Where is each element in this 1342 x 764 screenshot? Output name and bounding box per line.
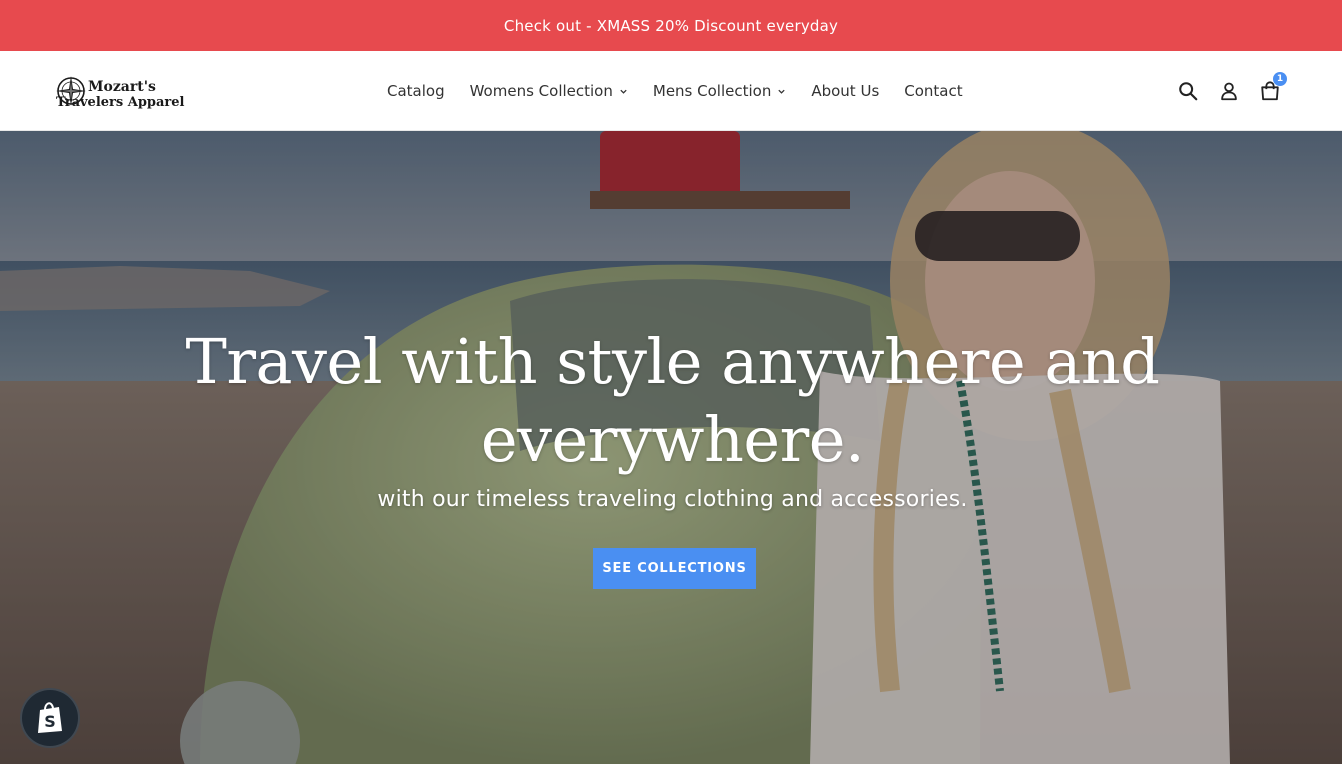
search-icon [1179,82,1198,101]
nav-item-catalog[interactable]: Catalog [387,82,445,100]
nav-item-label: Mens Collection [652,82,772,100]
shopify-icon: S [38,702,62,733]
nav-item-label: Womens Collection [469,82,613,100]
search-button[interactable] [1174,77,1202,105]
chevron-down-icon [778,89,785,94]
header-tools: 1 [1161,72,1287,105]
svg-text:S: S [44,712,56,731]
nav-item-womens-collection[interactable]: Womens Collection [470,82,628,100]
account-icon [1221,82,1237,101]
logo-text: Mozart's Travelers Apparel [55,79,184,111]
logo-line-2: Travelers Apparel [56,95,185,110]
cart-count-badge: 1 [1273,72,1287,86]
announcement-bar: Check out - XMASS 20% Discount everyday [0,0,1342,51]
cart-button[interactable]: 1 [1256,72,1287,105]
nav-item-about-us[interactable]: About Us [811,82,879,100]
hero-subtitle: with our timeless traveling clothing and… [377,487,968,512]
account-button[interactable] [1215,77,1243,105]
site-header: Mozart's Travelers Apparel Catalog Women… [0,51,1342,131]
chevron-down-icon [620,89,627,94]
site-logo[interactable]: Mozart's Travelers Apparel [55,67,215,115]
logo-line-1: Mozart's [88,79,156,95]
shopify-badge-button[interactable]: S [20,688,80,748]
nav-item-label: Catalog [387,82,445,100]
nav-item-label: About Us [811,82,880,100]
announcement-text: Check out - XMASS 20% Discount everyday [503,16,839,35]
nav-item-contact[interactable]: Contact [904,82,962,100]
nav-item-mens-collection[interactable]: Mens Collection [653,82,786,100]
hero-title: Travel with style anywhere and everywher… [185,325,1160,476]
main-nav: Catalog Womens Collection Mens Collectio… [387,51,988,131]
hero-banner: Travel with style anywhere and everywher… [0,131,1342,764]
see-collections-button[interactable]: SEE COLLECTIONS [593,548,756,589]
nav-item-label: Contact [904,82,963,100]
